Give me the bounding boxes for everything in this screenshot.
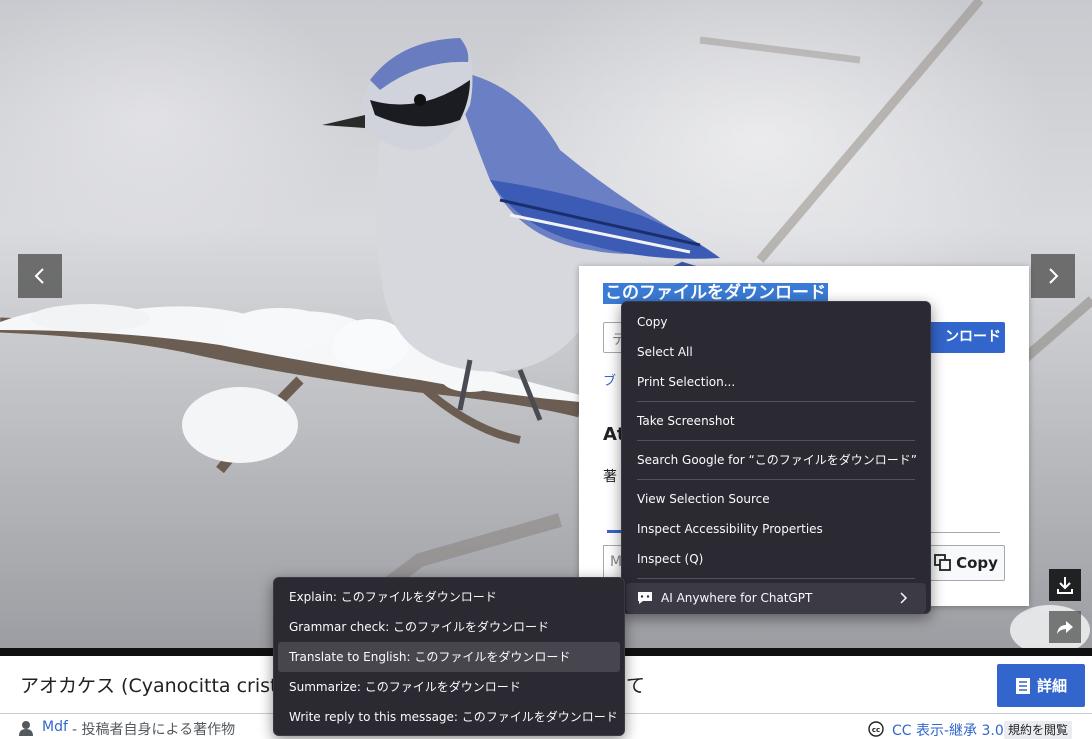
copy-button-label: Copy <box>956 554 998 572</box>
submenu-item-summarize[interactable]: Summarize: このファイルをダウンロード <box>274 672 624 702</box>
menu-item-view-selection-source[interactable]: View Selection Source <box>622 484 930 514</box>
menu-item-ai-anywhere-label: AI Anywhere for ChatGPT <box>661 591 813 605</box>
media-viewer: このファイルをダウンロード デ ンロード ブ At 著 M Copy アオカケス… <box>0 0 1092 739</box>
author-link[interactable]: Mdf <box>42 719 68 735</box>
attribution-description: 著 <box>603 469 617 485</box>
menu-item-inspect[interactable]: Inspect (Q) <box>622 544 930 574</box>
details-button-label: 詳細 <box>1036 677 1067 695</box>
menu-separator <box>637 479 915 480</box>
submenu-arrow-icon <box>900 592 908 604</box>
submenu-item-translate[interactable]: Translate to English: このファイルをダウンロード <box>278 642 620 672</box>
download-side-button[interactable] <box>1049 569 1081 601</box>
ai-submenu: Explain: このファイルをダウンロード Grammar check: この… <box>273 577 625 736</box>
download-icon <box>1057 577 1073 594</box>
user-icon <box>19 721 33 736</box>
image-caption-tail: て <box>626 675 646 697</box>
share-side-button[interactable] <box>1049 611 1081 643</box>
copy-attribution-button[interactable]: Copy <box>927 545 1005 581</box>
context-menu: Copy Select All Print Selection... Take … <box>621 301 931 614</box>
download-button[interactable]: ンロード <box>927 322 1005 353</box>
menu-separator <box>637 440 915 441</box>
active-tab-indicator[interactable] <box>607 530 621 533</box>
copy-icon <box>934 554 951 571</box>
menu-item-copy[interactable]: Copy <box>622 307 930 337</box>
chevron-right-icon <box>1049 268 1059 284</box>
menu-item-take-screenshot[interactable]: Take Screenshot <box>622 406 930 436</box>
license-link[interactable]: CC 表示-継承 3.0 <box>892 720 1004 739</box>
cc-license-icon: cc <box>868 721 884 737</box>
submenu-item-explain[interactable]: Explain: このファイルをダウンロード <box>274 582 624 612</box>
menu-separator <box>637 401 915 402</box>
previous-image-button[interactable] <box>18 254 62 298</box>
details-button[interactable]: 詳細 <box>997 664 1085 707</box>
submenu-item-write-reply[interactable]: Write reply to this message: このファイルをダウンロ… <box>274 702 624 732</box>
browse-link[interactable]: ブ <box>603 370 616 389</box>
chevron-left-icon <box>34 268 44 284</box>
book-icon <box>1015 677 1030 694</box>
menu-item-search-google[interactable]: Search Google for “このファイルをダウンロード” <box>622 445 930 475</box>
share-icon <box>1057 621 1073 634</box>
view-terms-button[interactable]: 規約を閲覧 <box>1004 721 1073 739</box>
next-image-button[interactable] <box>1031 254 1075 298</box>
author-description: - 投稿者自身による著作物 <box>72 722 236 738</box>
ai-chat-icon <box>638 592 652 604</box>
menu-item-select-all[interactable]: Select All <box>622 337 930 367</box>
menu-item-ai-anywhere[interactable]: AI Anywhere for ChatGPT <box>626 583 926 613</box>
menu-item-inspect-accessibility[interactable]: Inspect Accessibility Properties <box>622 514 930 544</box>
image-caption: アオカケス (Cyanocitta crist <box>20 675 278 697</box>
menu-separator <box>637 578 915 579</box>
submenu-item-grammar-check[interactable]: Grammar check: このファイルをダウンロード <box>274 612 624 642</box>
menu-item-print-selection[interactable]: Print Selection... <box>622 367 930 397</box>
svg-text:cc: cc <box>872 726 880 734</box>
